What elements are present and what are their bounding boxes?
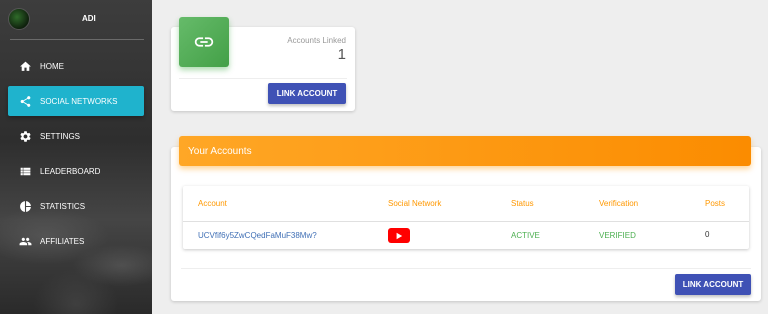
main-content: Accounts Linked 1 LINK ACCOUNT Your Acco…	[152, 0, 768, 314]
column-header-verification[interactable]: Verification	[599, 199, 638, 208]
card-divider	[179, 78, 347, 79]
card-divider	[181, 268, 751, 269]
sidebar-item-social-networks[interactable]: SOCIAL NETWORKS	[8, 86, 144, 116]
accounts-table: Account Social Network Status Verificati…	[183, 186, 749, 249]
list-icon	[18, 164, 32, 178]
link-account-button[interactable]: LINK ACCOUNT	[268, 83, 346, 104]
accounts-linked-label: Accounts Linked	[287, 36, 346, 45]
pie-chart-icon	[18, 199, 32, 213]
user-name: ADI	[82, 14, 96, 23]
posts-count: 0	[705, 230, 710, 239]
column-header-status[interactable]: Status	[511, 199, 534, 208]
home-icon	[18, 59, 32, 73]
column-header-account[interactable]: Account	[198, 199, 227, 208]
sidebar-item-affiliates[interactable]: AFFILIATES	[8, 226, 144, 256]
sidebar-item-label: SETTINGS	[40, 131, 81, 141]
avatar[interactable]	[8, 8, 30, 30]
people-icon	[18, 234, 32, 248]
accounts-linked-card: Accounts Linked 1 LINK ACCOUNT	[171, 17, 355, 111]
sidebar-item-leaderboard[interactable]: LEADERBOARD	[8, 156, 144, 186]
gear-icon	[18, 129, 32, 143]
sidebar-divider	[10, 39, 144, 40]
link-account-button-bottom[interactable]: LINK ACCOUNT	[675, 274, 751, 295]
your-accounts-card: Your Accounts Account Social Network Sta…	[171, 136, 761, 301]
sidebar-item-label: LEADERBOARD	[40, 166, 101, 176]
sidebar: ADI HOME SOCIAL NETWORKS SETTINGS LEADER…	[0, 0, 152, 314]
accounts-linked-count: 1	[337, 46, 346, 63]
user-panel[interactable]: ADI	[0, 0, 152, 40]
sidebar-item-label: HOME	[40, 61, 64, 71]
sidebar-item-settings[interactable]: SETTINGS	[8, 121, 144, 151]
your-accounts-header: Your Accounts	[179, 136, 751, 166]
sidebar-item-label: STATISTICS	[40, 201, 86, 211]
sidebar-item-statistics[interactable]: STATISTICS	[8, 191, 144, 221]
table-divider	[183, 221, 749, 222]
youtube-icon	[388, 228, 410, 243]
sidebar-item-label: SOCIAL NETWORKS	[40, 96, 118, 106]
column-header-social-network[interactable]: Social Network	[388, 199, 441, 208]
sidebar-item-label: AFFILIATES	[40, 236, 85, 246]
column-header-posts[interactable]: Posts	[705, 199, 725, 208]
account-id-link[interactable]: UCVfif6y5ZwCQedFaMuF38Mw?	[198, 231, 317, 240]
link-icon	[179, 17, 229, 67]
sidebar-item-home[interactable]: HOME	[8, 51, 144, 81]
verification-badge: VERIFIED	[599, 231, 636, 240]
share-icon	[18, 94, 32, 108]
status-badge: ACTIVE	[511, 231, 540, 240]
